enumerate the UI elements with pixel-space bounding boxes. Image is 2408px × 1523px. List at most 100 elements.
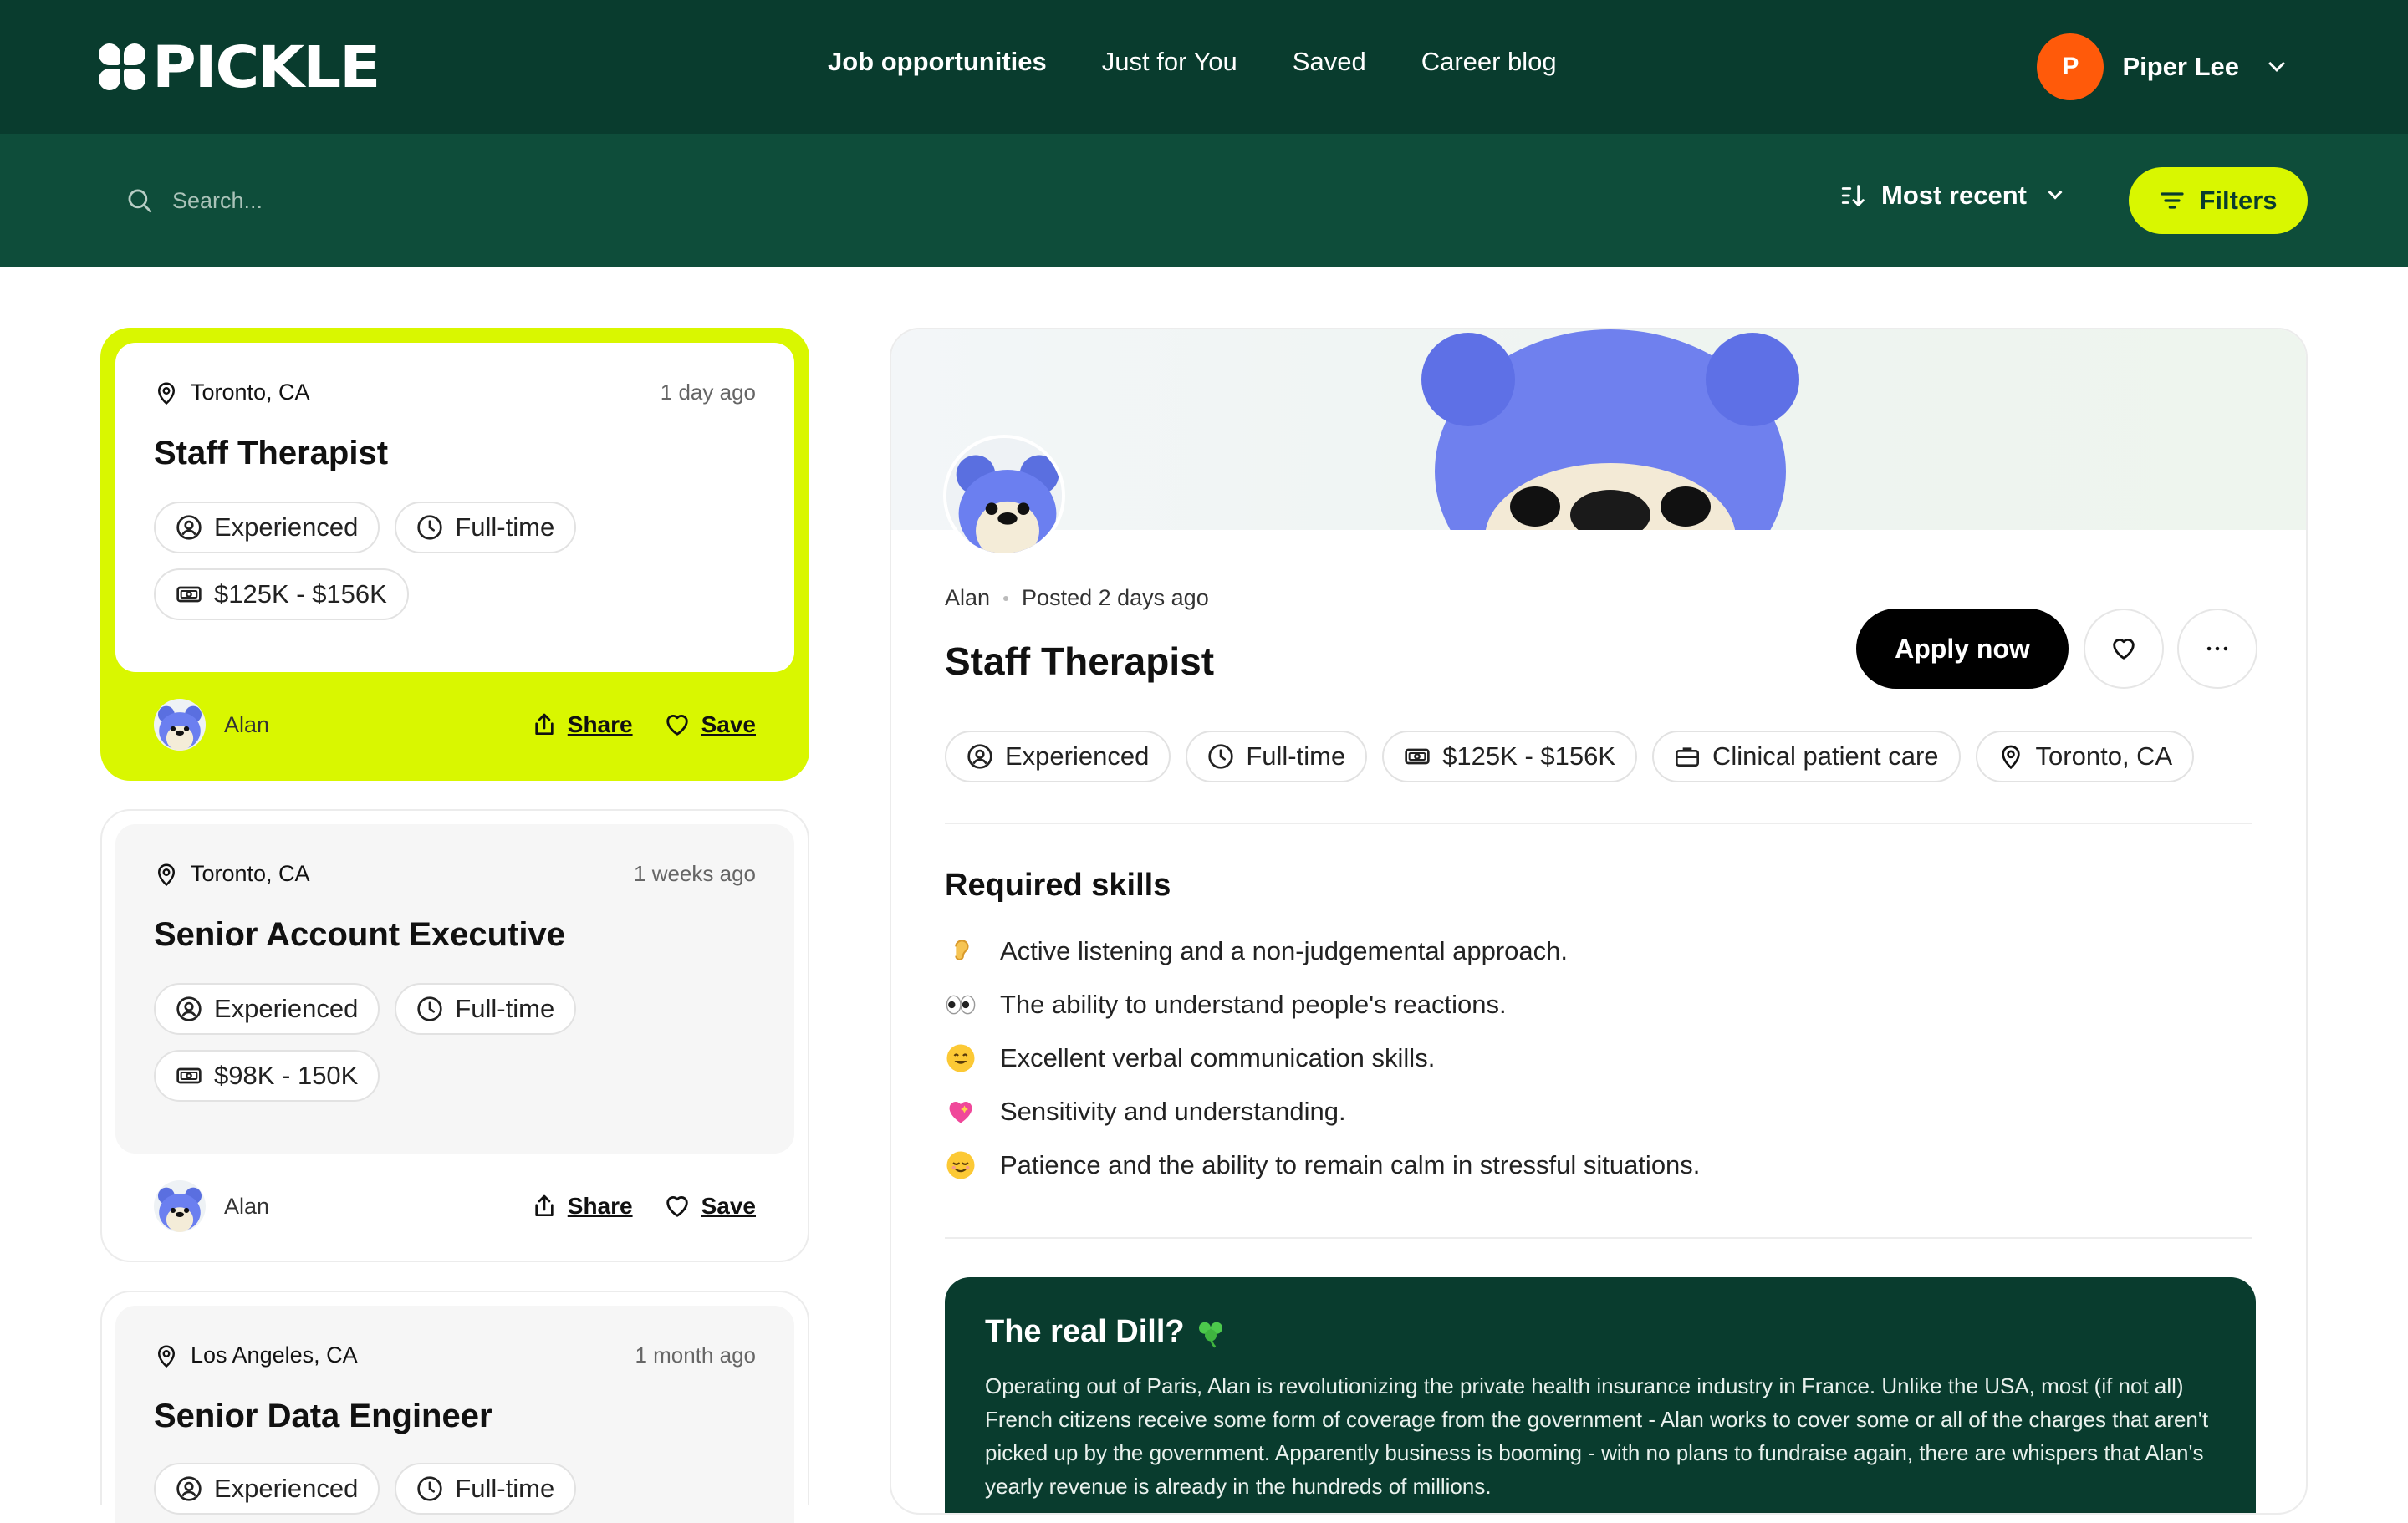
location-pin-icon [154,380,179,405]
tag-salary: $125K - $156K [1382,731,1638,782]
apply-now-button[interactable]: Apply now [1856,609,2069,689]
filter-icon [2161,192,2185,209]
job-location: Toronto, CA [154,861,310,887]
job-tags: Experienced Full-time $125K - $156K Clin… [945,731,2195,782]
skill-text: The ability to understand people's react… [1000,990,1507,1019]
eyes-emoji-icon [945,989,977,1021]
save-job-button[interactable] [2084,609,2164,689]
smile-emoji-icon [945,1042,977,1074]
job-card-body: Toronto, CA 1 day ago Staff Therapist Ex… [115,343,794,672]
sort-dropdown[interactable]: Most recent [1839,181,2063,211]
user-circle-icon [176,996,202,1022]
job-location: Los Angeles, CA [154,1342,358,1368]
user-avatar: P [2037,33,2104,100]
save-button[interactable]: Save [663,1192,756,1220]
skills-list: Active listening and a non-judgemental a… [945,924,1700,1192]
job-location-text: Toronto, CA [191,861,310,886]
clock-icon [416,1475,443,1502]
company-highlight-card: The real Dill? Operating out of Paris, A… [945,1277,2256,1513]
search-input[interactable] [172,182,925,219]
required-skills-heading: Required skills [945,868,1171,903]
ellipsis-icon [2206,646,2228,651]
save-button[interactable]: Save [663,711,756,739]
job-title: Staff Therapist [154,435,389,471]
filters-label: Filters [2199,186,2278,215]
job-tags: Experienced Full-time $125K - $156K [154,502,656,620]
tag-label: Full-time [455,994,555,1023]
card-actions: Share Save [531,1192,756,1220]
company-name[interactable]: Alan [945,585,990,611]
company-avatar [154,1180,206,1232]
main-nav: Job opportunities Just for You Saved Car… [828,47,1557,77]
divider [945,1237,2252,1239]
divider [945,823,2252,824]
location-pin-icon [154,862,179,887]
tag-job-type: Full-time [395,502,577,553]
posted-time: 1 month ago [635,1342,756,1368]
heart-emoji-icon [945,1096,977,1128]
location-pin-icon [154,1343,179,1368]
save-label: Save [701,1193,756,1219]
tag-experience: Experienced [154,1463,380,1515]
job-title: Senior Account Executive [154,916,565,953]
job-card[interactable]: Los Angeles, CA 1 month ago Senior Data … [100,1291,809,1523]
tag-label: $98K - 150K [214,1061,359,1090]
tag-label: Experienced [214,994,359,1023]
job-tags: Experienced Full-time $98K - 150K [154,983,656,1102]
heart-icon [663,711,691,739]
tag-label: Toronto, CA [2035,741,2173,771]
nav-just-for-you[interactable]: Just for You [1102,47,1237,77]
tag-label: Full-time [1246,741,1346,771]
briefcase-icon [1674,743,1701,770]
highlight-title: The real Dill? [985,1314,1228,1350]
job-card-body: Toronto, CA 1 weeks ago Senior Account E… [115,824,794,1154]
skill-item: Active listening and a non-judgemental a… [945,924,1700,978]
mascot-banner-image [1421,329,1799,530]
save-label: Save [701,711,756,737]
tag-label: Clinical patient care [1712,741,1939,771]
highlight-title-text: The real Dill? [985,1314,1185,1349]
share-button[interactable]: Share [531,711,633,739]
job-location-text: Toronto, CA [191,379,310,405]
user-circle-icon [176,1475,202,1502]
tag-label: $125K - $156K [1442,741,1616,771]
search-icon [128,189,152,213]
user-name: Piper Lee [2122,52,2239,81]
share-icon [531,711,558,738]
posted-time: Posted 2 days ago [1022,585,1209,610]
company-avatar [154,699,206,751]
skill-text: Sensitivity and understanding. [1000,1097,1346,1126]
job-title: Senior Data Engineer [154,1398,492,1434]
tag-experience: Experienced [154,983,380,1035]
nav-saved[interactable]: Saved [1293,47,1366,77]
sort-icon [1841,185,1865,206]
skill-text: Patience and the ability to remain calm … [1000,1150,1701,1179]
tag-job-type: Full-time [395,1463,577,1515]
top-nav-bar: PICKLE Job opportunities Just for You Sa… [0,0,2408,134]
filters-button[interactable]: Filters [2129,167,2308,234]
money-icon [176,581,202,608]
job-title: Staff Therapist [945,639,1215,683]
share-button[interactable]: Share [531,1192,633,1220]
sort-label: Most recent [1881,181,2027,210]
card-actions: Share Save [531,711,756,739]
job-meta: Alan Posted 2 days ago [945,585,1209,611]
company-banner [891,329,2306,530]
user-menu[interactable]: P Piper Lee [2037,33,2285,100]
skill-item: Sensitivity and understanding. [945,1085,1700,1138]
nav-job-opportunities[interactable]: Job opportunities [828,47,1047,77]
brand-logo[interactable]: PICKLE [99,38,380,95]
location-pin-icon [1997,743,2024,770]
ear-emoji-icon [945,935,977,967]
more-options-button[interactable] [2177,609,2258,689]
job-card[interactable]: Toronto, CA 1 day ago Staff Therapist Ex… [100,328,809,781]
tag-label: Experienced [214,1474,359,1503]
tag-label: Experienced [214,512,359,542]
company-logo [943,435,1065,557]
money-icon [176,1062,202,1089]
job-tags: Experienced Full-time [154,1463,656,1515]
chevron-down-icon [2268,55,2285,72]
nav-career-blog[interactable]: Career blog [1421,47,1557,77]
job-card[interactable]: Toronto, CA 1 weeks ago Senior Account E… [100,809,809,1262]
relieved-emoji-icon [945,1149,977,1181]
